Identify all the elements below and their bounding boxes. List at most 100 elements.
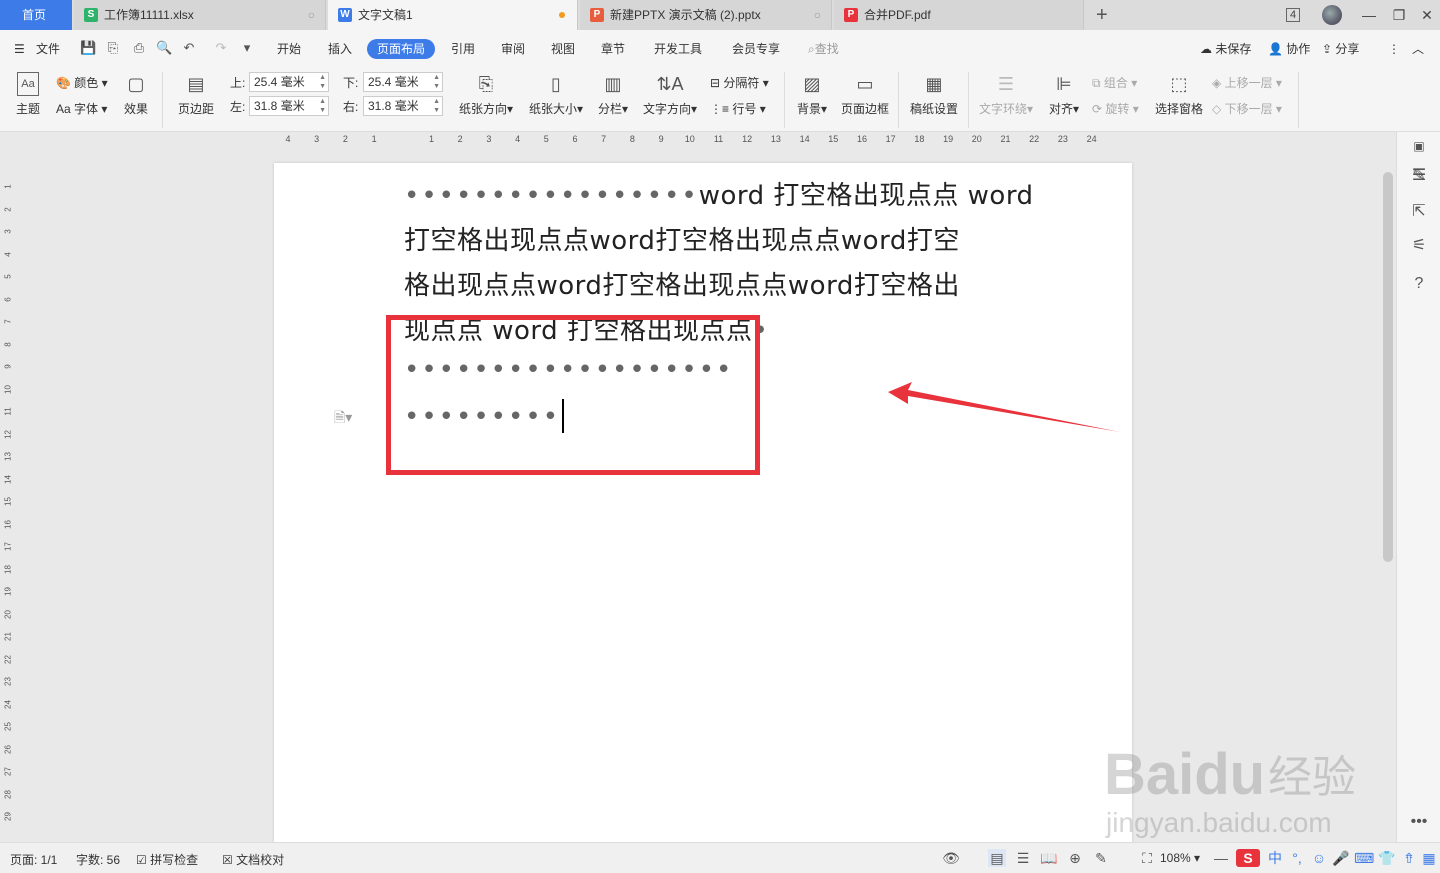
manuscript-settings-button[interactable]: ▦ 稿纸设置	[906, 72, 962, 117]
proofread-button[interactable]: ☒ 文档校对	[222, 851, 284, 868]
save-icon[interactable]: 💾	[80, 41, 96, 55]
web-view-icon[interactable]: ⊕	[1066, 849, 1084, 867]
ime-tools-icon[interactable]: ⇮	[1400, 849, 1418, 867]
top-margin-input[interactable]: 25.4 毫米 ▲ ▼	[249, 72, 329, 92]
menu-chapter[interactable]: 章节	[601, 41, 625, 57]
margins-button[interactable]: ▤ 页边距	[174, 72, 218, 117]
settings-sliders-icon[interactable]: ⚟	[1409, 236, 1429, 256]
rotate-button[interactable]: ⟳ 旋转 ▾	[1092, 100, 1139, 117]
more-icon[interactable]: ⋮	[1388, 41, 1400, 57]
tab-pdf[interactable]: P 合并PDF.pdf	[834, 0, 1084, 30]
minimize-icon[interactable]: —	[1354, 0, 1384, 30]
print-icon[interactable]: ⎙	[132, 41, 146, 55]
right-margin-input[interactable]: 31.8 毫米 ▲ ▼	[363, 96, 443, 116]
fonts-button[interactable]: Aa 字体 ▾	[56, 100, 107, 117]
spell-check-button[interactable]: ☑ 拼写检查	[136, 851, 198, 868]
restore-icon[interactable]: ❐	[1384, 0, 1414, 30]
theme-button[interactable]: Aa 主题	[10, 72, 46, 117]
menu-developer[interactable]: 开发工具	[654, 41, 702, 57]
share-button[interactable]: ⇪ 分享	[1322, 41, 1359, 57]
page-border-button[interactable]: ▭ 页面边框	[838, 72, 892, 117]
orientation-button[interactable]: ⎘ 纸张方向▾	[456, 72, 516, 117]
horizontal-ruler[interactable]: 4 3 2 1 1 2 3 4 5 6 7 8 9 10 11 12 13 14 15 16 17 18 19 20 21 22 2…	[274, 132, 1134, 148]
doc-line-2[interactable]: 打空格出现点点word打空格出现点点word打空	[404, 220, 960, 257]
collaborate-button[interactable]: 👤 协作	[1268, 41, 1310, 57]
ime-chinese-icon[interactable]: 中	[1266, 849, 1284, 867]
tab-xlsx[interactable]: S 工作簿11111.xlsx ○	[74, 0, 326, 30]
send-backward-button[interactable]: ◇ 下移一层 ▾	[1212, 100, 1282, 117]
ime-voice-icon[interactable]: 🎤	[1332, 849, 1350, 867]
ime-punct-icon[interactable]: °,	[1288, 849, 1306, 867]
eye-protection-icon[interactable]: 👁	[942, 849, 960, 867]
menu-hamburger-icon[interactable]: ☰	[14, 41, 25, 57]
bring-forward-button[interactable]: ◈ 上移一层 ▾	[1212, 74, 1282, 91]
document-page[interactable]: •••••••••••••••••word 打空格出现点点 word 打空格出现…	[274, 163, 1132, 843]
ime-skin-icon[interactable]: 👕	[1378, 849, 1396, 867]
menu-review[interactable]: 审阅	[501, 41, 525, 57]
group-button[interactable]: ⧉ 组合 ▾	[1092, 74, 1137, 91]
effects-button[interactable]: ▢ 效果	[118, 72, 154, 117]
close-window-icon[interactable]: ✕	[1412, 0, 1440, 30]
doc-line-1[interactable]: •••••••••••••••••word 打空格出现点点 word	[404, 175, 1034, 212]
stepper-icon[interactable]: ▲ ▼	[319, 73, 326, 91]
breaks-button[interactable]: ⊟ 分隔符 ▾	[710, 74, 769, 91]
close-icon[interactable]: ○	[814, 0, 821, 30]
collapse-ribbon-icon[interactable]: ︿	[1412, 41, 1424, 57]
close-icon[interactable]: ○	[308, 0, 315, 30]
preview-icon[interactable]: 🔍	[156, 41, 172, 55]
doc-line-3[interactable]: 格出现点点word打空格出现点点word打空格出	[404, 265, 960, 302]
menu-page-layout[interactable]: 页面布局	[367, 39, 436, 59]
stepper-icon[interactable]: ▲ ▼	[319, 97, 326, 115]
ime-logo-icon[interactable]: S	[1236, 849, 1260, 867]
stepper-icon[interactable]: ▲ ▼	[433, 73, 440, 91]
menu-references[interactable]: 引用	[451, 41, 475, 57]
paper-size-button[interactable]: ▯ 纸张大小▾	[526, 72, 586, 117]
bottom-margin-input[interactable]: 25.4 毫米 ▲ ▼	[363, 72, 443, 92]
vertical-ruler[interactable]: 1 2 3 4 5 6 7 8 9 10 11 12 13 14 15 16 17 18 19 20 21 22 23 24 2…	[0, 148, 14, 842]
menu-home[interactable]: 开始	[277, 41, 301, 57]
text-direction-button[interactable]: ⇅A 文字方向▾	[640, 72, 700, 117]
cloud-unsaved-button[interactable]: ☁ 未保存	[1200, 41, 1251, 57]
menu-view[interactable]: 视图	[551, 41, 575, 57]
ime-emoji-icon[interactable]: ☺	[1310, 849, 1328, 867]
menu-file[interactable]: 文件	[36, 41, 60, 57]
reading-view-icon[interactable]: 📖	[1040, 849, 1058, 867]
redo-icon[interactable]: ↷	[214, 41, 228, 55]
selection-pane-button[interactable]: ⬚ 选择窗格	[1152, 72, 1206, 117]
outline-view-icon[interactable]: ☰	[1014, 849, 1032, 867]
page-indicator[interactable]: 页面: 1/1	[10, 851, 57, 868]
search-input[interactable]: ⌕查找	[808, 40, 839, 57]
paragraph-menu-icon[interactable]: 🗎▾	[334, 407, 352, 431]
tab-home[interactable]: 首页	[0, 0, 72, 30]
cursor-select-icon[interactable]: ⇱	[1409, 202, 1429, 222]
more-options-icon[interactable]: •••	[1409, 812, 1429, 832]
collapse-panel-icon[interactable]: ▣	[1409, 136, 1429, 156]
fit-page-icon[interactable]: ⛶	[1138, 849, 1156, 867]
help-icon[interactable]: ?	[1409, 274, 1429, 294]
tab-count-badge[interactable]: 4	[1278, 0, 1308, 30]
align-button[interactable]: ⊫ 对齐▾	[1044, 72, 1084, 117]
scroll-thumb[interactable]	[1383, 172, 1393, 562]
menu-insert[interactable]: 插入	[328, 41, 352, 57]
text-wrap-button[interactable]: ☰ 文字环绕▾	[976, 72, 1036, 117]
colors-button[interactable]: 🎨 颜色 ▾	[56, 74, 108, 91]
customize-icon[interactable]: ▾	[240, 41, 254, 55]
word-count[interactable]: 字数: 56	[76, 851, 120, 868]
edit-pencil-icon[interactable]: ✎	[1409, 166, 1429, 186]
avatar[interactable]	[1322, 5, 1342, 25]
tab-docx[interactable]: W 文字文稿1	[328, 0, 578, 30]
zoom-level[interactable]: 108% ▾	[1160, 851, 1200, 865]
ime-keyboard-icon[interactable]: ⌨	[1354, 849, 1374, 867]
page-view-icon[interactable]: ▤	[988, 849, 1006, 867]
ime-menu-icon[interactable]: ▦	[1420, 849, 1438, 867]
line-numbers-button[interactable]: ⋮≡ 行号 ▾	[710, 100, 766, 117]
write-mode-icon[interactable]: ✎	[1092, 849, 1110, 867]
undo-icon[interactable]: ↶	[182, 41, 196, 55]
tab-pptx[interactable]: P 新建PPTX 演示文稿 (2).pptx ○	[580, 0, 832, 30]
export-icon[interactable]: ⎘	[106, 41, 120, 55]
vertical-scrollbar[interactable]	[1380, 148, 1396, 842]
stepper-icon[interactable]: ▲ ▼	[433, 97, 440, 115]
new-tab-button[interactable]: +	[1096, 3, 1108, 27]
menu-member[interactable]: 会员专享	[732, 41, 780, 57]
columns-button[interactable]: ▥ 分栏▾	[596, 72, 630, 117]
